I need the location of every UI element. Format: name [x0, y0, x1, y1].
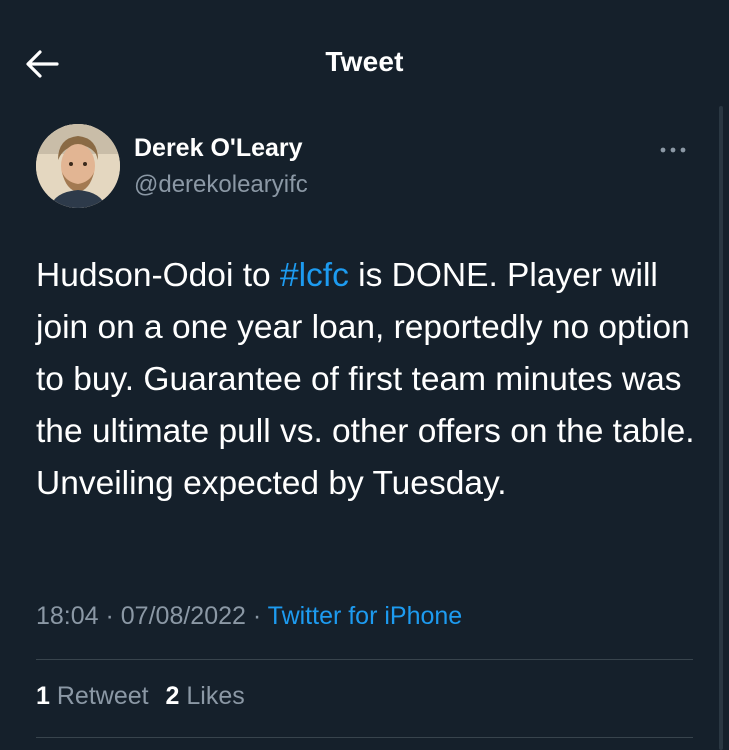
retweets-stat[interactable]: 1 Retweet	[36, 682, 149, 710]
tweet-meta: 18:04 · 07/08/2022 · Twitter for iPhone	[36, 602, 462, 631]
tweet-stats: 1 Retweet 2 Likes	[36, 682, 255, 711]
author-name[interactable]: Derek O'Leary	[134, 134, 303, 163]
retweets-label: Retweet	[56, 682, 149, 710]
likes-stat[interactable]: 2 Likes	[166, 682, 245, 710]
retweets-count: 1	[36, 682, 50, 710]
tweet-text-start: Hudson-Odoi to	[36, 257, 280, 294]
more-dots-icon	[660, 147, 686, 153]
tweet-author: Derek O'Leary @derekolearyifc	[36, 124, 693, 210]
top-bar: Tweet	[0, 0, 729, 120]
divider-bottom	[36, 737, 693, 738]
avatar-image	[36, 124, 120, 208]
meta-separator: ·	[98, 602, 121, 630]
more-options-button[interactable]	[653, 138, 693, 162]
likes-count: 2	[165, 682, 180, 710]
hashtag-link[interactable]: #lcfc	[280, 257, 349, 294]
tweet-date[interactable]: 07/08/2022	[121, 602, 246, 630]
author-handle[interactable]: @derekolearyifc	[134, 171, 308, 199]
scrollbar[interactable]	[719, 106, 723, 750]
tweet-time[interactable]: 18:04	[36, 602, 99, 630]
divider	[36, 659, 693, 660]
likes-label: Likes	[186, 682, 245, 710]
avatar[interactable]	[36, 124, 120, 208]
meta-separator-2: ·	[245, 602, 268, 630]
page-title: Tweet	[325, 46, 404, 77]
tweet-text: Hudson-Odoi to #lcfc is DONE. Player wil…	[36, 250, 706, 510]
tweet-source-link[interactable]: Twitter for iPhone	[268, 602, 463, 630]
